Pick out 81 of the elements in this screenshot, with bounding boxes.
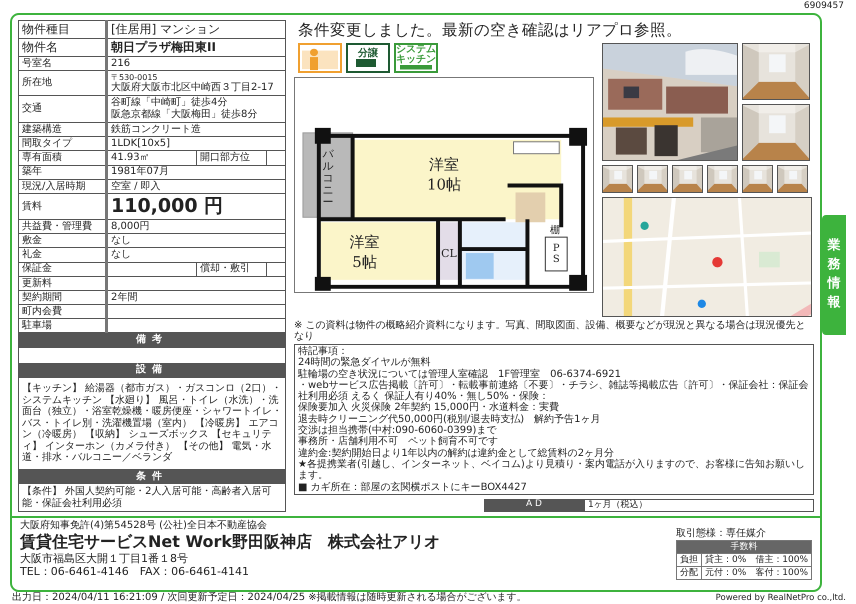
field-label: 更新料 — [18, 276, 106, 290]
field-value: 阪急京都線「大阪梅田」徒歩8分 — [111, 108, 258, 120]
field-label: 建築構造 — [18, 122, 106, 137]
fee-value: 貸主：0% 借主：100% — [701, 553, 812, 566]
field-label: 交通 — [18, 95, 106, 123]
fee-label: 分配 — [676, 566, 702, 580]
field-label: 賃料 — [18, 193, 106, 220]
field-label: 礼金 — [18, 248, 106, 262]
field-label: 保証金 — [18, 262, 106, 276]
field-label: 開口部方位 — [196, 150, 266, 166]
document-number: 6909457 — [804, 1, 844, 11]
note-line: ■ カギ所在：部屋の玄関横ポストにキーBOX4427 — [298, 482, 528, 493]
field-label: 築年 — [18, 165, 106, 180]
field-label: 間取タイプ — [18, 136, 106, 151]
field-value: 大阪府大阪市北区中崎西３丁目2-17 — [111, 82, 274, 94]
postal-code: 〒530-0015 — [111, 72, 158, 82]
field-label: 共益費・管理費 — [18, 220, 106, 234]
section-header: 条件 — [18, 470, 286, 484]
field-value: 朝日プラザ梅田東II — [106, 38, 286, 57]
field-label: 号室名 — [18, 56, 106, 71]
note-line: 退去時クリーニング代50,000円(税別/退去時支払) 解約予告1ヶ月 — [298, 414, 602, 425]
note-line: ★各提携業者(引越し、インターネット、ベイコム)より見積り・案内電話が入りますので、お客様に告知お願いします。 — [298, 458, 806, 482]
field-label: 所在地 — [18, 70, 106, 96]
field-value: なし — [106, 248, 286, 262]
output-info: 出力日：2024/04/11 16:21:09 / 次回更新予定日：2024/04/25 ※掲載情報は随時更新される場合がございます。 — [12, 592, 527, 604]
field-label: 物件種目 — [18, 20, 106, 39]
note-line: 特記事項： — [298, 346, 348, 357]
license-text: 大阪府知事免許(4)第54528号 (公社)全日本不動産協会 — [20, 520, 268, 532]
field-value: 216 — [106, 56, 286, 71]
balcony-label: バルコニー — [322, 148, 334, 209]
note-line: 違約金:契約開始日より1年以内の解約は違約金として総賃料の2ヶ月分 — [298, 448, 614, 459]
side-tab[interactable]: 業務情報 — [822, 215, 846, 335]
field-value: 8,000円 — [106, 220, 286, 234]
address-text: 大阪市福島区大開１丁目1番１8号 — [20, 552, 189, 566]
room-label: 洋室 — [429, 156, 459, 174]
field-value: 鉄筋コンクリート造 — [106, 122, 286, 137]
section-text: 【キッチン】 給湯器（都市ガス）・ガスコンロ（2口）・システムキッチン 【水廻り】 風呂・トイレ（水洗）・洗面台（独立）・浴室乾燥機・暖房便座・シャワートイレ・バス・トイレ別・洗濯機置場（室内） 【冷暖房】 エアコン（冷暖房） 【収納】 シューズボックス 【セキュリティ】 インターホン（カメラ付き） 【その他】 電気・水道・排水・バルコニー／ベランダ — [22, 383, 282, 464]
pipe-space-label: PS — [552, 243, 560, 265]
section-text: 【条件】 外国人契約可能・2人入居可能・高齢者入居可能・保証会社利用必須 — [22, 486, 273, 510]
note-line: 駐輪場の空き状況については管理人室確認 1F管理室 06-6374-6921 — [298, 368, 621, 380]
field-value: 1LDK[10x5] — [106, 136, 286, 151]
note-line: ・webサービス広告掲載〔許可〕・転載事前連絡〔不要〕・チラシ、雑誌等掲載広告〔許可〕・保証会社：保証会社利用必須 えるく 保証人有り40%・無し50%・保険： — [298, 380, 810, 402]
note-line: 保険要加入 火災保険 2年契約 15,000円・水道料金：実費 — [298, 402, 560, 414]
fee-value: 元付：0% 客付：100% — [701, 566, 812, 580]
field-value: 110,000 円 — [106, 193, 286, 220]
field-value: 41.93㎡ — [106, 150, 196, 166]
note-line: 24時間の緊急ダイヤルが無料 — [298, 357, 432, 368]
note-line: 事務所・店舗利用不可 ペット飼育不可です — [298, 436, 499, 448]
headline: 条件変更しました。最新の空き確認はリアプロ参照。 — [298, 20, 683, 40]
fee-label: 負担 — [676, 553, 702, 566]
field-label: 専有面積 — [18, 150, 106, 166]
field-value: 1ヶ月（税込） — [584, 498, 814, 512]
field-label: A D — [484, 498, 584, 512]
icon-label: システムキッチン — [396, 45, 436, 65]
field-label: 契約期間 — [18, 290, 106, 305]
field-label: 償却・敷引 — [196, 262, 266, 276]
field-label: 物件名 — [18, 38, 106, 57]
fee-header: 手数料 — [676, 540, 812, 554]
field-value: 空室 / 即入 — [106, 179, 286, 194]
company-name: 賃貸住宅サービスNet Work野田阪神店 株式会社アリオ — [20, 532, 440, 552]
field-label: 現況/入居時期 — [18, 179, 106, 194]
room-size: 5帖 — [352, 252, 377, 271]
contact-text: TEL：06-6461-4146 FAX：06-6461-4141 — [20, 565, 250, 578]
room-label: 洋室 — [350, 233, 380, 252]
closet-label: CL — [441, 247, 457, 260]
field-value: 2年間 — [106, 290, 286, 305]
deal-type: 取引態様：専任媒介 — [676, 528, 767, 540]
disclaimer: ※ この資料は物件の概略紹介資料になります。写真、間取図面、設備、概要などが現況と異なる場合は現況優先となり — [294, 320, 807, 342]
field-label: 町内会費 — [18, 304, 106, 319]
field-label: 敷金 — [18, 234, 106, 248]
field-value: 谷町線「中崎町」徒歩4分 — [111, 97, 228, 109]
field-value: [住居用] マンション — [106, 20, 286, 39]
note-line: 交渉は担当携帯(中村:090-6060-0399)まで — [298, 425, 498, 436]
field-value: 1981年07月 — [106, 165, 286, 180]
shelf-label: 棚 — [550, 225, 560, 236]
powered-by: Powered by RealNetPro co.,ltd. — [716, 592, 846, 604]
section-header: 設備 — [18, 363, 286, 378]
room-size: 10帖 — [427, 175, 461, 194]
icon-label: 分譲 — [358, 49, 378, 59]
field-value: なし — [106, 234, 286, 248]
section-header: 備考 — [18, 332, 286, 348]
